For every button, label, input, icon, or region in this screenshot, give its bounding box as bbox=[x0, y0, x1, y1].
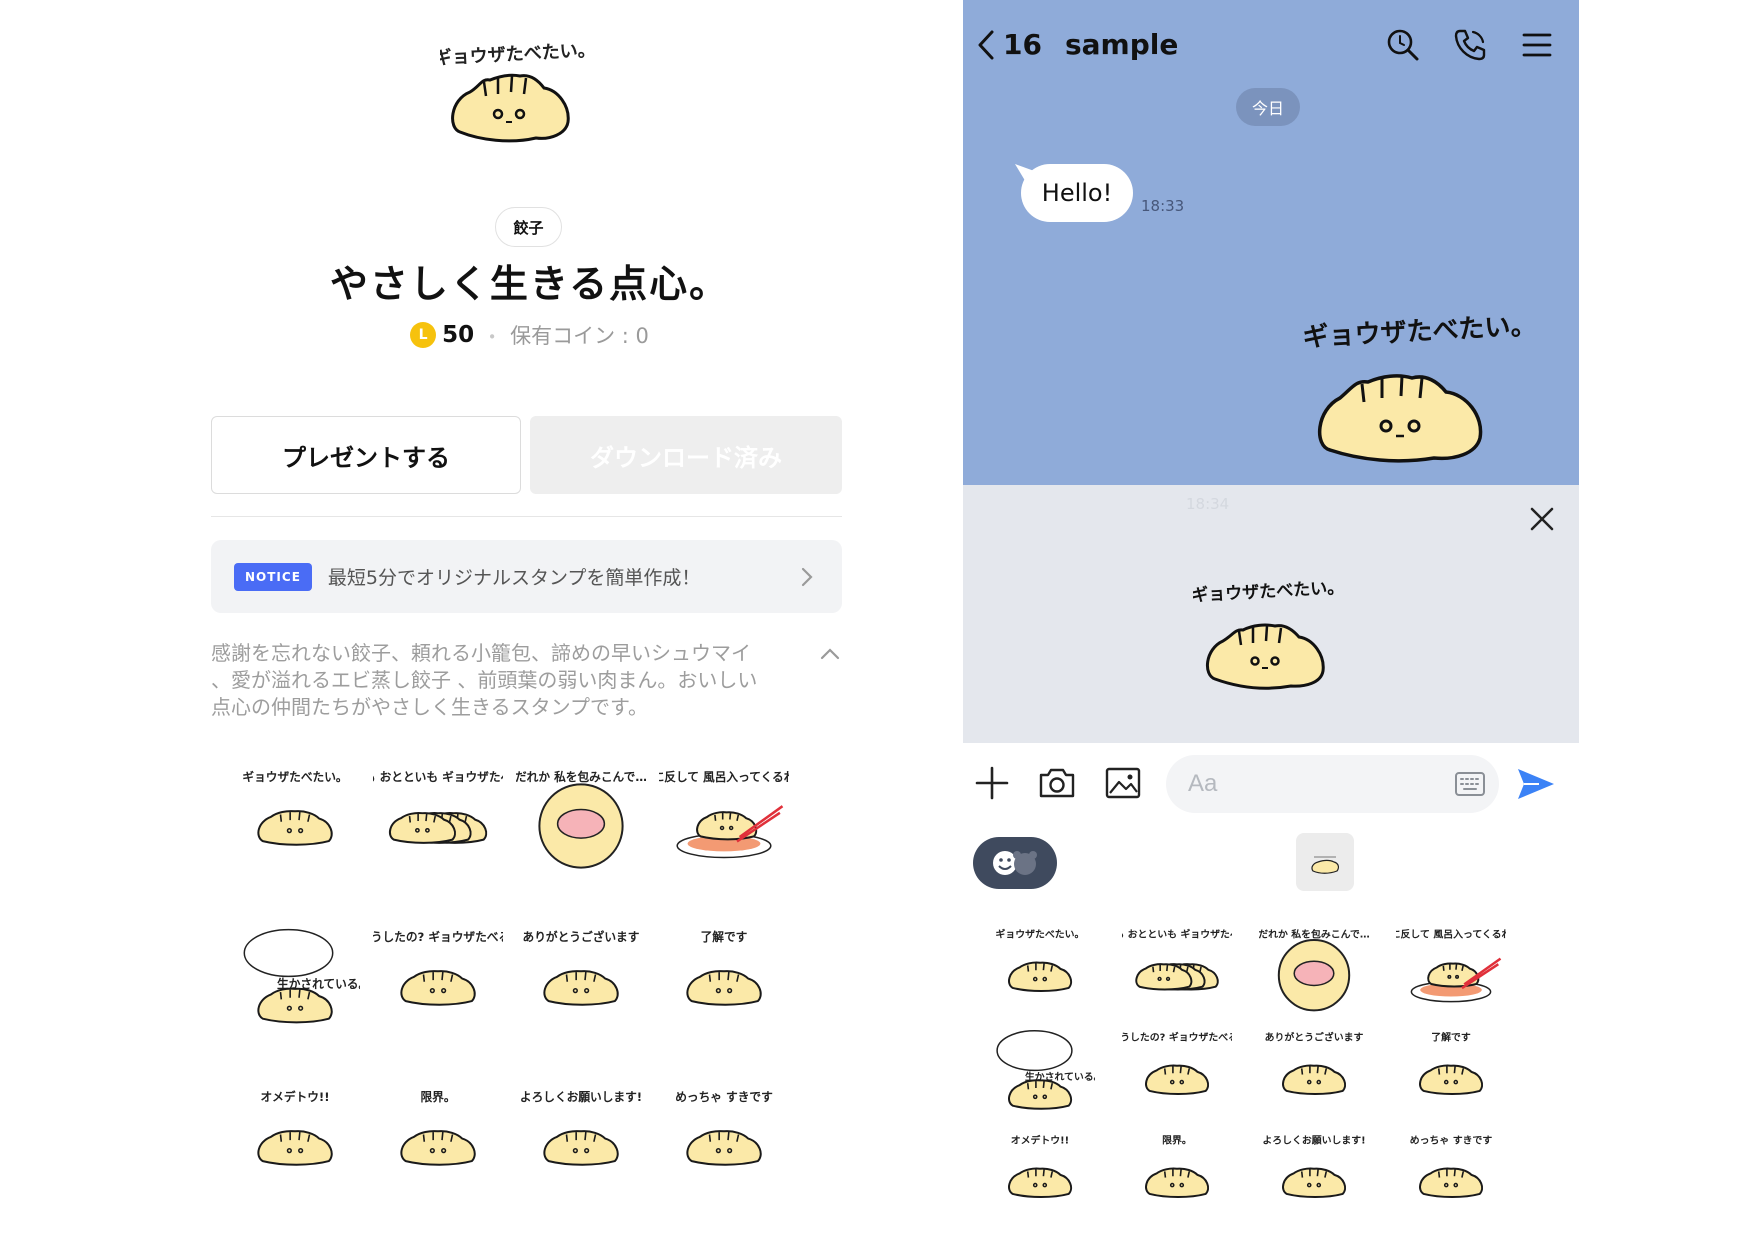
owned-coins: 保有コイン : 0 bbox=[510, 324, 649, 348]
sticker-caption: 愛に反して 風呂入ってくるわ。 bbox=[1396, 928, 1506, 941]
price-row: L 50 ・ 保有コイン : 0 bbox=[0, 320, 1059, 350]
notice-text: 最短5分でオリジナルスタンプを簡単作成！ bbox=[327, 567, 701, 589]
sticker-thumbnail[interactable]: オメデトウ!! bbox=[985, 1126, 1095, 1218]
menu-icon[interactable] bbox=[1518, 26, 1556, 64]
sticker-caption: オメデトウ!! bbox=[1011, 1134, 1069, 1147]
sticker-pack-title: やさしく生きる点心。 bbox=[329, 262, 730, 306]
chevron-right-icon bbox=[801, 567, 813, 587]
sticker-caption: ギョウザたべたい。 bbox=[242, 770, 347, 784]
preview-sticker[interactable]: ギョウザたべたい。 bbox=[1193, 575, 1343, 695]
sticker-shop-page: ギョウザたべたい。 餃子 やさしく生きる点心。 L 50 ・ 保有コイン : 0… bbox=[0, 0, 960, 1240]
hero-sticker-caption: ギョウザたべたい。 bbox=[440, 40, 590, 69]
message-timestamp: 18:33 bbox=[1141, 197, 1185, 215]
sticker-tab-bar bbox=[963, 825, 1579, 905]
sticker-caption: 了解です bbox=[1431, 1031, 1471, 1044]
message-input-bar bbox=[963, 743, 1579, 825]
hero-sticker-image: ギョウザたべたい。 bbox=[440, 40, 590, 143]
plus-icon[interactable] bbox=[971, 762, 1013, 804]
sticker-caption: どうしたの? ギョウザたべる? bbox=[1122, 1031, 1232, 1044]
keyboard-icon[interactable] bbox=[1454, 770, 1486, 798]
divider bbox=[211, 516, 842, 517]
date-separator: 今日 bbox=[1236, 88, 1300, 126]
sticker-caption: 了解です bbox=[701, 930, 748, 944]
notice-banner[interactable]: NOTICE 最短5分でオリジナルスタンプを簡単作成！ bbox=[211, 540, 842, 613]
preview-timestamp: 18:34 bbox=[1186, 495, 1230, 513]
description-line: 点心の仲間たちがやさしく生きるスタンプです。 bbox=[211, 695, 648, 719]
sticker-caption: ありがとうございます bbox=[1265, 1031, 1364, 1044]
coin-icon: L bbox=[410, 322, 437, 348]
chevron-up-icon[interactable] bbox=[818, 642, 842, 666]
smiley-icon bbox=[993, 851, 1037, 875]
description-line: 感謝を忘れない餃子、頼れる小籠包、諦めの早いシュウマイ bbox=[211, 641, 751, 665]
image-icon[interactable] bbox=[1102, 762, 1144, 804]
emoji-tab[interactable] bbox=[973, 837, 1057, 889]
gift-button[interactable]: プレゼントする bbox=[211, 416, 521, 494]
sticker-thumbnail[interactable]: きのうも おとといも ギョウザたべたな。 bbox=[373, 760, 503, 870]
unread-count[interactable]: 16 bbox=[1003, 28, 1042, 61]
sticker-thumbnail[interactable]: きのうも おとといも ギョウザたべたな。 bbox=[1122, 920, 1232, 1012]
gyoza-pack-icon bbox=[1311, 856, 1340, 874]
sticker-caption: 限界。 bbox=[420, 1090, 455, 1104]
phone-icon[interactable] bbox=[1451, 26, 1489, 64]
sticker-caption: きのうも おとといも ギョウザたべたな。 bbox=[373, 770, 503, 784]
sticker-thumbnail[interactable]: ギョウザたべたい。 bbox=[985, 920, 1095, 1012]
sticker-thumbnail[interactable]: 限界。 bbox=[1122, 1126, 1232, 1218]
sticker-thumbnail[interactable]: 限界。 bbox=[373, 1080, 503, 1190]
sticker-caption: よろしくお願いします! bbox=[520, 1090, 642, 1104]
sticker-caption: ギョウザたべたい。 bbox=[996, 928, 1085, 941]
notice-badge: NOTICE bbox=[234, 562, 312, 591]
sticker-caption: めっちゃ すきです bbox=[1410, 1135, 1493, 1147]
sticker-pack-tab[interactable] bbox=[1296, 833, 1354, 891]
sticker-thumbnail[interactable]: ありがとうございます bbox=[516, 920, 646, 1030]
sticker-caption: オメデトウ!! bbox=[260, 1090, 329, 1104]
sticker-thumbnail[interactable]: 生かされている。 bbox=[230, 920, 360, 1030]
back-chevron-icon[interactable] bbox=[975, 28, 997, 62]
description-line: 、愛が溢れるエビ蒸し餃子 、前頭葉の弱い肉まん。おいしい bbox=[211, 668, 758, 692]
sent-sticker-caption: ギョウザたべたい。 bbox=[1302, 311, 1537, 353]
sticker-caption: 愛に反して 風呂入ってくるわ。 bbox=[659, 770, 789, 784]
sticker-thumbnail[interactable]: よろしくお願いします! bbox=[516, 1080, 646, 1190]
sticker-thumbnail[interactable]: ギョウザたべたい。 bbox=[230, 760, 360, 870]
sticker-caption: よろしくお願いします! bbox=[1262, 1135, 1365, 1147]
category-tag[interactable]: 餃子 bbox=[495, 207, 562, 247]
pack-description: 感謝を忘れない餃子、頼れる小籠包、諦めの早いシュウマイ 、愛が溢れるエビ蒸し餃子… bbox=[211, 640, 801, 721]
sticker-caption: 限界。 bbox=[1162, 1135, 1192, 1147]
preview-sticker-caption: ギョウザたべたい。 bbox=[1193, 578, 1343, 606]
sticker-caption: きのうも おとといも ギョウザたべたな。 bbox=[1122, 928, 1232, 941]
sticker-preview-panel: 18:34 ギョウザたべたい。 bbox=[963, 485, 1579, 743]
send-icon[interactable] bbox=[1515, 765, 1557, 803]
sent-sticker[interactable]: ギョウザたべたい。 bbox=[1300, 310, 1540, 465]
camera-icon[interactable] bbox=[1036, 762, 1078, 804]
close-icon[interactable] bbox=[1528, 505, 1556, 533]
chat-screen: 16 sample 今日 Hello! 18:33 ギョウザたべたい。 18:3… bbox=[963, 0, 1579, 1240]
price-separator: ・ bbox=[482, 324, 503, 349]
sticker-caption: だれか 私を包みこんで… bbox=[516, 770, 646, 784]
sticker-thumbnail[interactable]: どうしたの? ギョウザたべる? bbox=[1122, 1023, 1232, 1115]
download-button[interactable]: ダウンロード済み bbox=[530, 416, 842, 494]
message-bubble[interactable]: Hello! bbox=[1021, 164, 1133, 222]
sticker-thumbnail[interactable]: ありがとうございます bbox=[1259, 1023, 1369, 1115]
sticker-thumbnail[interactable]: よろしくお願いします! bbox=[1259, 1126, 1369, 1218]
chat-title: sample bbox=[1065, 28, 1179, 61]
sticker-caption: どうしたの? ギョウザたべる? bbox=[373, 930, 503, 944]
sticker-thumbnail[interactable]: 生かされている。 bbox=[985, 1023, 1095, 1115]
search-icon[interactable] bbox=[1384, 26, 1422, 64]
sticker-thumbnail[interactable]: だれか 私を包みこんで… bbox=[516, 760, 646, 870]
chat-header: 16 sample bbox=[963, 22, 1579, 70]
message-input[interactable] bbox=[1166, 755, 1499, 813]
sticker-thumbnail[interactable]: 了解です bbox=[659, 920, 789, 1030]
sticker-thumbnail[interactable]: 了解です bbox=[1396, 1023, 1506, 1115]
sticker-thumbnail[interactable]: めっちゃ すきです bbox=[659, 1080, 789, 1190]
sticker-thumbnail[interactable]: めっちゃ すきです bbox=[1396, 1126, 1506, 1218]
price-value: 50 bbox=[442, 322, 475, 348]
sticker-caption: ありがとうございます bbox=[523, 930, 640, 944]
sticker-thumbnail[interactable]: どうしたの? ギョウザたべる? bbox=[373, 920, 503, 1030]
sticker-thumbnail[interactable]: 愛に反して 風呂入ってくるわ。 bbox=[1396, 920, 1506, 1012]
sticker-caption: めっちゃ すきです bbox=[675, 1090, 773, 1104]
sticker-thumbnail[interactable]: だれか 私を包みこんで… bbox=[1259, 920, 1369, 1012]
sticker-caption: だれか 私を包みこんで… bbox=[1259, 928, 1369, 941]
sticker-thumbnail[interactable]: オメデトウ!! bbox=[230, 1080, 360, 1190]
sticker-thumbnail[interactable]: 愛に反して 風呂入ってくるわ。 bbox=[659, 760, 789, 870]
